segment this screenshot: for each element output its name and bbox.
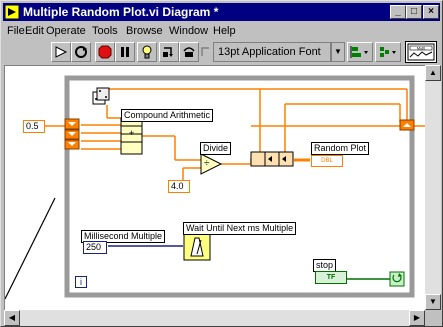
block-diagram-canvas[interactable]: 0.5 Compound Arithmetic + Divide ÷ 4.0 R… [4, 65, 425, 311]
multiple-plot-vi-icon: Multi [407, 43, 435, 61]
align-objects-button[interactable] [347, 42, 373, 62]
scroll-left-button[interactable]: ◀ [4, 310, 20, 326]
scroll-right-button[interactable]: ▶ [409, 310, 425, 326]
compound-arithmetic-label: Compound Arithmetic [121, 109, 214, 122]
close-button[interactable]: × [423, 5, 439, 19]
compound-plus-symbol: + [129, 128, 135, 138]
maximize-button[interactable]: □ [406, 5, 422, 19]
vi-icon[interactable]: Multi [405, 41, 437, 63]
step-out-button[interactable] [199, 42, 211, 62]
pause-button[interactable] [115, 42, 135, 62]
run-arrow-icon [55, 46, 68, 58]
run-continuously-button[interactable] [71, 42, 91, 62]
menu-operate[interactable]: Operate [46, 23, 86, 40]
while-loop-frame[interactable] [64, 75, 415, 298]
menu-browse[interactable]: Browse [126, 23, 163, 40]
annotation-arrow-line [5, 197, 56, 300]
step-over-icon [183, 47, 195, 57]
divide-label: Divide [200, 142, 232, 155]
bundle-node[interactable] [250, 151, 294, 167]
menu-edit[interactable]: Edit [25, 23, 44, 40]
loop-iteration-terminal[interactable]: i [75, 276, 87, 288]
highlight-execution-button[interactable] [137, 42, 157, 62]
menu-help[interactable]: Help [213, 23, 236, 40]
step-into-icon [163, 47, 173, 57]
font-select[interactable]: 13pt Application Font [213, 42, 331, 62]
shift-register-left[interactable] [64, 118, 80, 150]
minimize-button[interactable]: _ [390, 5, 406, 19]
abort-button[interactable] [95, 42, 115, 62]
random-plot-terminal[interactable]: DBL [311, 155, 343, 167]
random-number-icon[interactable] [92, 87, 110, 105]
stop-terminal[interactable]: TF [315, 271, 347, 284]
pause-icon [121, 47, 129, 57]
distribute-objects-button[interactable] [375, 42, 401, 62]
constant-4-0[interactable]: 4.0 [168, 180, 190, 193]
resize-grip[interactable] [425, 310, 441, 326]
divide-symbol: ÷ [204, 158, 210, 169]
horizontal-scrollbar[interactable]: ◀ ▶ [4, 310, 425, 326]
menu-tools[interactable]: Tools [92, 23, 118, 40]
align-icon [350, 46, 368, 58]
step-into-button[interactable] [159, 42, 179, 62]
title-bar[interactable]: Multiple Random Plot.vi Diagram * _ □ × [3, 3, 440, 21]
diagram-svg [5, 75, 425, 300]
scroll-down-button[interactable]: ▼ [425, 294, 441, 310]
metronome-icon[interactable] [183, 233, 211, 261]
scroll-up-button[interactable]: ▲ [425, 65, 441, 81]
constant-250[interactable]: 250 [83, 241, 107, 254]
svg-text:Multi: Multi [417, 46, 426, 51]
menu-window[interactable]: Window [169, 23, 208, 40]
stop-sign-icon [98, 45, 112, 59]
step-over-button[interactable] [179, 42, 199, 62]
constant-0-5[interactable]: 0.5 [23, 120, 45, 133]
step-out-icon [201, 47, 209, 56]
distribute-icon [380, 47, 396, 57]
labview-app-icon [5, 5, 19, 19]
menu-bar: File Edit Operate Tools Browse Window He… [3, 23, 440, 40]
lightbulb-icon [142, 45, 152, 59]
menu-file[interactable]: File [7, 23, 25, 40]
toolbar: 13pt Application Font ▼ Multi [3, 40, 440, 64]
diagram-window: Multiple Random Plot.vi Diagram * _ □ × … [0, 0, 443, 327]
wait-until-next-ms-label: Wait Until Next ms Multiple [183, 222, 297, 235]
window-title: Multiple Random Plot.vi Diagram * [23, 5, 219, 19]
loop-condition-terminal[interactable] [389, 271, 405, 287]
vertical-scrollbar[interactable]: ▲ ▼ [425, 65, 441, 310]
font-dropdown-arrow[interactable]: ▼ [331, 42, 345, 62]
random-plot-label: Random Plot [311, 142, 370, 155]
run-button[interactable] [51, 42, 71, 62]
shift-register-right[interactable] [399, 119, 415, 131]
run-continuously-icon [75, 46, 87, 58]
